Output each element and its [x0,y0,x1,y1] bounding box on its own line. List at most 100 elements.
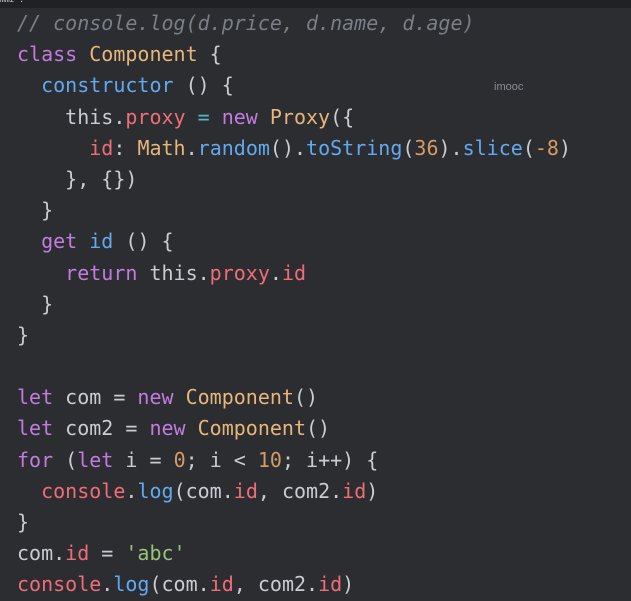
code-line: id: Math.random().toString(36).slice(-8) [17,133,627,164]
code-line: }, {}) [17,164,627,195]
code-token: ) [366,478,379,503]
code-token: () { [173,73,234,98]
code-token: 'abc' [125,541,186,566]
code-token: (com. [173,478,234,503]
code-token: . [185,135,198,160]
code-line: com.id = 'abc' [17,538,627,569]
code-token: -8 [534,135,559,160]
code-token: . [269,260,282,285]
code-line: } [17,507,627,538]
code-token: console [41,478,126,503]
code-line: constructor () { [17,70,627,101]
code-token: } [17,291,54,316]
code-token: = [89,541,126,566]
code-token: Proxy [269,104,331,129]
code-token: new [137,385,174,410]
code-line: } [17,289,627,320]
code-token: for [17,447,54,472]
code-token: proxy [125,104,186,129]
code-token: ). [438,135,463,160]
code-token: () { [113,229,174,254]
code-token: slice [462,135,523,160]
code-token: } [17,322,30,347]
code-token: Math [137,135,186,160]
code-token: ({ [330,104,355,129]
code-token: class [17,42,78,67]
code-token: ) [342,572,355,597]
code-token: get [41,229,78,254]
code-token: } [17,510,30,534]
code-token: id [89,135,114,160]
code-token: log [113,572,150,597]
code-token: , com2. [233,572,319,597]
code-token: id [342,478,367,503]
code-token: id [233,478,258,503]
code-line: let com = new Component() [17,382,627,413]
code-token: random [197,135,270,160]
code-token: // console.log(d.price, d.name, d.age) [17,11,475,35]
code-line: class Component { [17,39,627,70]
code-token: ( [522,135,535,160]
code-token: Component [185,385,294,410]
code-token: Component [197,416,306,441]
code-token: let [17,385,54,410]
code-line: console.log(com.id, com2.id) [17,476,627,507]
code-token: id [281,260,307,285]
code-editor-screen: mmz . imooc // console.log(d.price, d.na… [0,0,631,601]
code-token: ( [402,135,415,160]
code-token: ) [558,135,571,160]
code-token: constructor [41,73,174,98]
code-block[interactable]: // console.log(d.price, d.name, d.age) cl… [17,8,627,601]
code-token: 10 [257,447,282,472]
code-line: } [17,195,627,226]
code-token: . [101,572,114,597]
code-token: }, {}) [17,166,138,191]
code-token: com2 = [53,416,150,441]
code-token: toString [306,135,403,160]
code-token: ; i < [185,447,258,472]
code-token: id [318,572,343,597]
code-token: return [65,260,138,285]
code-line: console.log(com.id, com2.id) [17,569,627,600]
code-token: let [17,416,54,441]
code-line: let com2 = new Component() [17,413,627,444]
code-token: log [137,478,174,503]
code-token: : [113,135,138,160]
code-token: } [17,198,54,223]
code-token: (com. [149,572,210,597]
code-token: this. [17,104,126,129]
code-token: 0 [173,447,186,472]
code-line: this.proxy = new Proxy({ [17,102,627,133]
code-token: id [209,572,234,597]
code-token: Component [89,42,198,67]
code-token: proxy [209,260,270,285]
code-token: let [77,447,114,472]
code-line: // console.log(d.price, d.name, d.age) [17,8,627,39]
code-token: , com2. [257,478,343,503]
code-line: return this.proxy.id [17,258,627,289]
code-token: () [293,385,319,410]
code-token: ( [53,447,78,472]
code-token: . [125,478,138,503]
code-token: = [185,104,222,129]
window-top-strip: mmz . [0,0,631,8]
code-token: id [89,229,114,254]
code-token: new [149,416,186,441]
code-token: (). [269,135,307,160]
code-token: com. [17,541,66,566]
code-token: ; i++) { [281,447,379,472]
code-token: id [65,541,90,566]
code-token: { [197,42,222,67]
code-line: } [17,320,627,351]
code-token: new [221,104,258,129]
top-strip-text: mmz . [0,0,40,4]
